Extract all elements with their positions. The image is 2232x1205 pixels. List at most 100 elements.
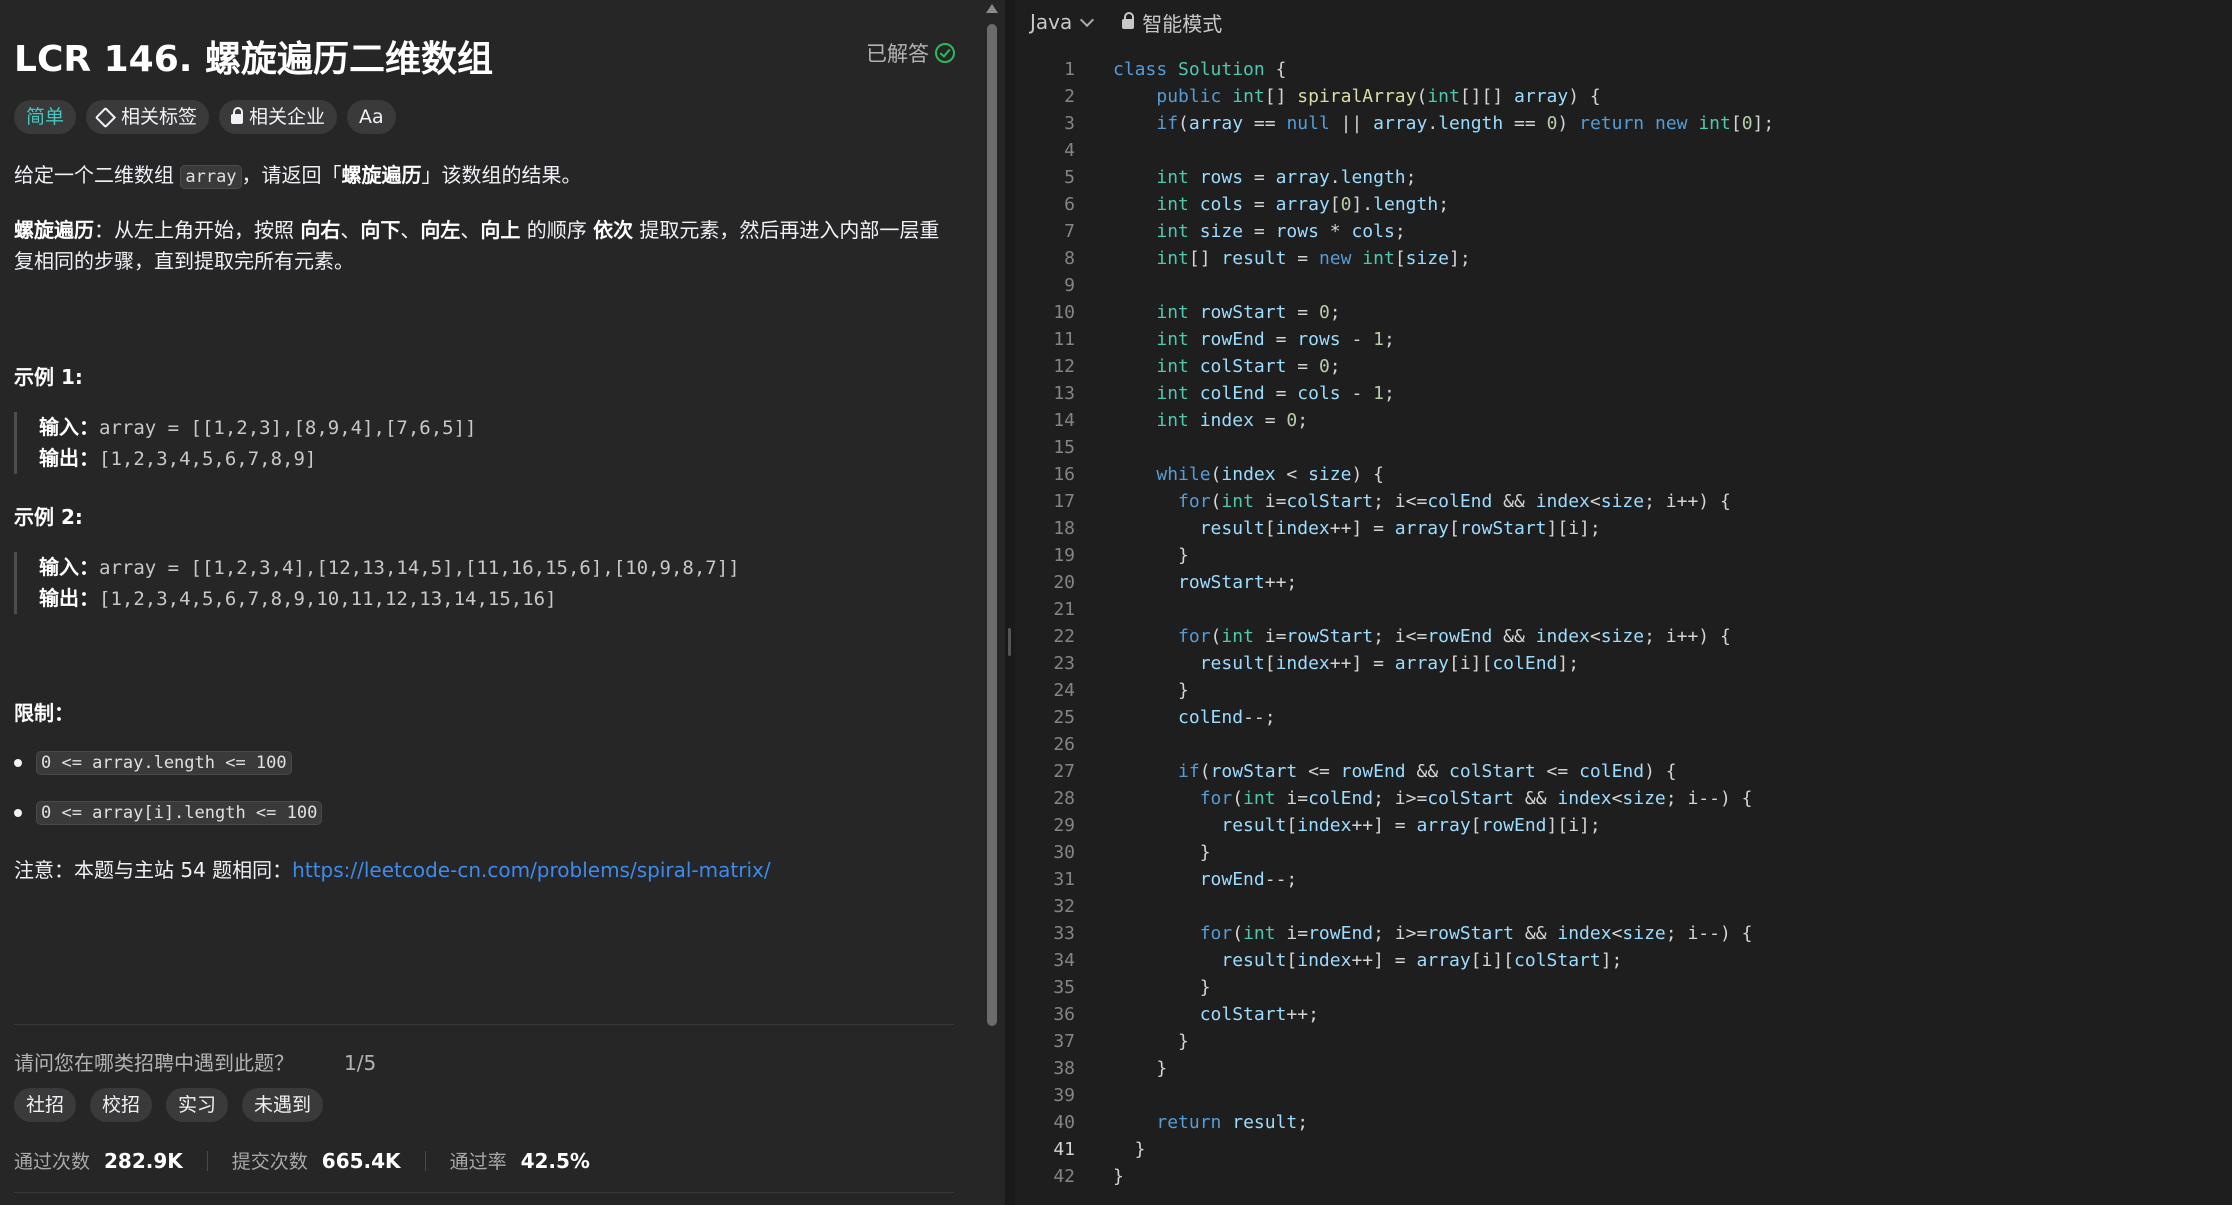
line-number: 3 xyxy=(1064,113,1075,134)
smart-mode-toggle[interactable]: 智能模式 xyxy=(1122,8,1222,37)
code-text: result[index++] = array[rowStart][i]; xyxy=(1199,518,1601,539)
code-line[interactable]: 13 int colEnd = cols - 1; xyxy=(1015,380,2232,407)
line-number: 28 xyxy=(1053,788,1075,809)
code-text: for(int i=colStart; i<=colEnd && index<s… xyxy=(1178,491,1731,512)
solved-status: 已解答 xyxy=(866,38,955,68)
code-line[interactable]: 7 int size = rows * cols; xyxy=(1015,218,2232,245)
description-scrollbar[interactable] xyxy=(984,0,998,1205)
font-toggle-button[interactable]: Aa xyxy=(347,100,396,134)
survey-option[interactable]: 未遇到 xyxy=(242,1088,324,1122)
related-tags-button[interactable]: 相关标签 xyxy=(86,100,210,134)
example-output: [1,2,3,4,5,6,7,8,9] xyxy=(99,448,317,470)
line-number: 19 xyxy=(1053,545,1075,566)
scrollbar-thumb[interactable] xyxy=(987,24,997,1026)
output-label: 输出： xyxy=(39,586,99,610)
difficulty-badge[interactable]: 简单 xyxy=(14,100,77,134)
code-editor[interactable]: 1 class Solution {2 public int[] spiralAr… xyxy=(1015,56,2232,1190)
desc-text: 、 xyxy=(460,218,481,242)
code-line[interactable]: 11 int rowEnd = rows - 1; xyxy=(1015,326,2232,353)
code-line[interactable]: 18 result[index++] = array[rowStart][i]; xyxy=(1015,515,2232,542)
desc-bold: 向下 xyxy=(360,218,401,242)
panel-resize-handle[interactable] xyxy=(1005,0,1015,1205)
code-line[interactable]: 42} xyxy=(1015,1163,2232,1190)
code-line[interactable]: 34 result[index++] = array[i][colStart]; xyxy=(1015,947,2232,974)
code-line[interactable]: 33 for(int i=rowEnd; i>=rowStart && inde… xyxy=(1015,920,2232,947)
lock-icon xyxy=(1122,12,1135,29)
code-line[interactable]: 24 } xyxy=(1015,677,2232,704)
code-text: } xyxy=(1113,977,1211,998)
code-line[interactable]: 35 } xyxy=(1015,974,2232,1001)
code-text: int colEnd = cols - 1; xyxy=(1156,383,1395,404)
note-link[interactable]: https://leetcode-cn.com/problems/spiral-… xyxy=(292,858,770,882)
code-line[interactable]: 14 int index = 0; xyxy=(1015,407,2232,434)
resize-grip[interactable] xyxy=(1008,628,1011,656)
submitted-label: 提交次数 xyxy=(231,1151,308,1173)
code-line[interactable]: 27 if(rowStart <= rowEnd && colStart <= … xyxy=(1015,758,2232,785)
scroll-up-arrow[interactable] xyxy=(986,4,998,13)
code-line[interactable]: 22 for(int i=rowStart; i<=rowEnd && inde… xyxy=(1015,623,2232,650)
code-line[interactable]: 10 int rowStart = 0; xyxy=(1015,299,2232,326)
code-line[interactable]: 15 xyxy=(1015,434,2232,461)
code-line[interactable]: 16 while(index < size) { xyxy=(1015,461,2232,488)
code-line[interactable]: 4 xyxy=(1015,137,2232,164)
code-line[interactable]: 6 int cols = array[0].length; xyxy=(1015,191,2232,218)
desc-text: ，请返回「 xyxy=(241,163,342,187)
code-line[interactable]: 21 xyxy=(1015,596,2232,623)
divider xyxy=(14,1192,954,1193)
code-text: result[index++] = array[rowEnd][i]; xyxy=(1221,815,1601,836)
constraint-code: 0 <= array.length <= 100 xyxy=(36,751,292,775)
code-line[interactable]: 20 rowStart++; xyxy=(1015,569,2232,596)
survey-option[interactable]: 实习 xyxy=(166,1088,229,1122)
code-line[interactable]: 30 } xyxy=(1015,839,2232,866)
desc-bold: 螺旋遍历 xyxy=(341,163,422,187)
line-number: 17 xyxy=(1053,491,1075,512)
check-circle-icon xyxy=(935,43,955,63)
line-number: 16 xyxy=(1053,464,1075,485)
code-line[interactable]: 29 result[index++] = array[rowEnd][i]; xyxy=(1015,812,2232,839)
code-line[interactable]: 40 return result; xyxy=(1015,1109,2232,1136)
translate-icon: Aa xyxy=(359,106,384,128)
code-line[interactable]: 19 } xyxy=(1015,542,2232,569)
code-line[interactable]: 23 result[index++] = array[i][colEnd]; xyxy=(1015,650,2232,677)
line-number: 35 xyxy=(1053,977,1075,998)
code-text: rowEnd--; xyxy=(1199,869,1298,890)
code-line[interactable]: 8 int[] result = new int[size]; xyxy=(1015,245,2232,272)
code-line[interactable]: 17 for(int i=colStart; i<=colEnd && inde… xyxy=(1015,488,2232,515)
line-number: 1 xyxy=(1064,59,1075,80)
desc-text: 」该数组的结果。 xyxy=(421,163,582,187)
survey-option[interactable]: 社招 xyxy=(14,1088,77,1122)
code-line[interactable]: 28 for(int i=colEnd; i>=colStart && inde… xyxy=(1015,785,2232,812)
code-line[interactable]: 38 } xyxy=(1015,1055,2232,1082)
example-input: array = [[1,2,3],[8,9,4],[7,6,5]] xyxy=(99,417,477,439)
example-1-heading: 示例 1: xyxy=(14,365,83,389)
code-text: for(int i=rowStart; i<=rowEnd && index<s… xyxy=(1178,626,1731,647)
code-line[interactable]: 2 public int[] spiralArray(int[][] array… xyxy=(1015,83,2232,110)
code-line[interactable]: 25 colEnd--; xyxy=(1015,704,2232,731)
code-text: int colStart = 0; xyxy=(1156,356,1341,377)
code-line[interactable]: 26 xyxy=(1015,731,2232,758)
code-line[interactable]: 1 class Solution { xyxy=(1015,56,2232,83)
line-number: 10 xyxy=(1053,302,1075,323)
problem-panel: LCR 146. 螺旋遍历二维数组 已解答 简单 相关标签 相关企业 Aa 给定… xyxy=(0,0,1005,1205)
code-line[interactable]: 9 xyxy=(1015,272,2232,299)
code-line[interactable]: 5 int rows = array.length; xyxy=(1015,164,2232,191)
code-line[interactable]: 41 } xyxy=(1015,1136,2232,1163)
constraint-item: 0 <= array[i].length <= 100 xyxy=(14,801,323,825)
code-line[interactable]: 12 int colStart = 0; xyxy=(1015,353,2232,380)
desc-text: 给定一个二维数组 xyxy=(14,163,181,187)
code-line[interactable]: 37 } xyxy=(1015,1028,2232,1055)
line-number: 4 xyxy=(1064,140,1075,161)
code-line[interactable]: 36 colStart++; xyxy=(1015,1001,2232,1028)
code-line[interactable]: 3 if(array == null || array.length == 0)… xyxy=(1015,110,2232,137)
code-text: } xyxy=(1113,1058,1168,1079)
line-number: 38 xyxy=(1053,1058,1075,1079)
line-number: 24 xyxy=(1053,680,1075,701)
language-select[interactable]: Java xyxy=(1030,10,1095,34)
code-line[interactable]: 39 xyxy=(1015,1082,2232,1109)
code-line[interactable]: 31 rowEnd--; xyxy=(1015,866,2232,893)
code-line[interactable]: 32 xyxy=(1015,893,2232,920)
accepted-value: 282.9K xyxy=(104,1148,183,1173)
survey-option[interactable]: 校招 xyxy=(90,1088,153,1122)
bullet-dot xyxy=(14,759,22,767)
related-companies-button[interactable]: 相关企业 xyxy=(219,100,338,134)
